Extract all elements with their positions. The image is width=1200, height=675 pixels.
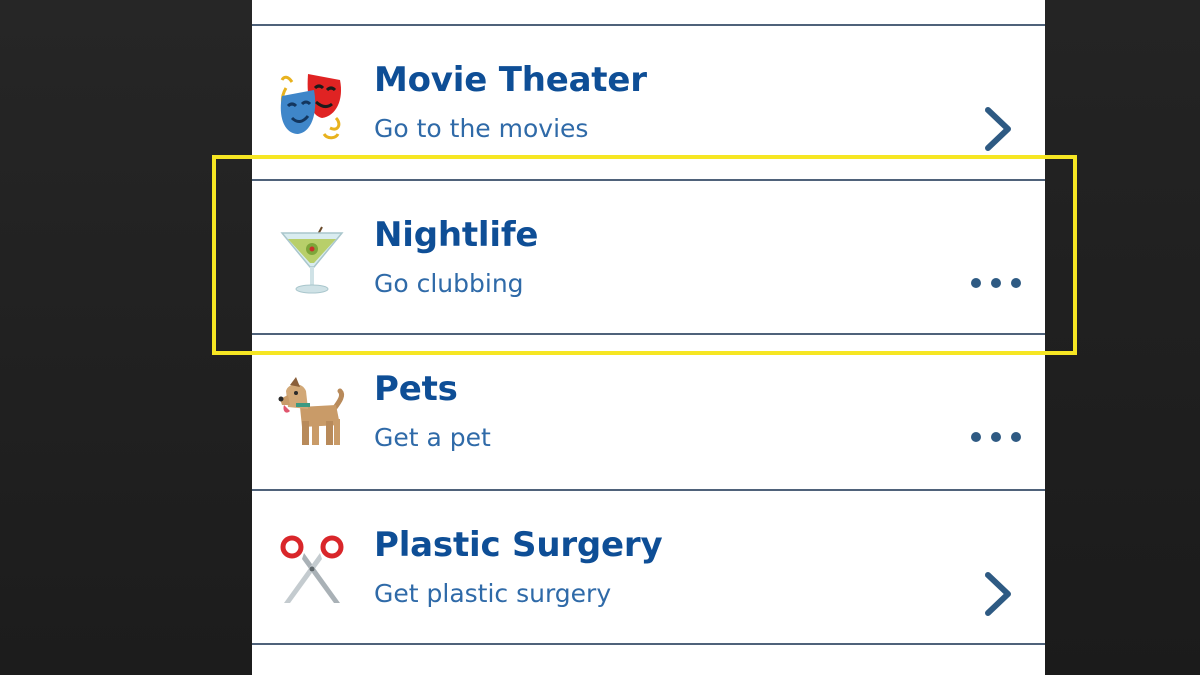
cocktail-glass-icon [278, 223, 346, 295]
row-divider [252, 643, 1045, 645]
dog-icon [278, 377, 346, 449]
activity-title: Plastic Surgery [374, 525, 663, 565]
scissors-icon [278, 533, 346, 605]
activity-subtitle: Get a pet [374, 423, 491, 452]
chevron-right-icon[interactable] [980, 104, 1014, 154]
activity-subtitle: Get plastic surgery [374, 579, 612, 608]
more-dots-icon[interactable] [968, 271, 1024, 295]
chevron-right-icon[interactable] [980, 569, 1014, 619]
activity-title: Movie Theater [374, 60, 647, 100]
theater-masks-icon [278, 68, 346, 140]
more-dots-icon[interactable] [968, 425, 1024, 449]
activity-row-plastic-surgery[interactable]: Plastic Surgery Get plastic surgery [252, 491, 1045, 643]
activity-row-nightlife[interactable]: Nightlife Go clubbing [252, 181, 1045, 333]
activity-row-pets[interactable]: Pets Get a pet [252, 335, 1045, 487]
activity-subtitle: Go clubbing [374, 269, 524, 298]
activity-title: Pets [374, 369, 458, 409]
background-left [0, 0, 252, 675]
activity-row-movie-theater[interactable]: Movie Theater Go to the movies [252, 26, 1045, 178]
activity-title: Nightlife [374, 215, 539, 255]
activity-subtitle: Go to the movies [374, 114, 589, 143]
background-right [1045, 0, 1200, 675]
